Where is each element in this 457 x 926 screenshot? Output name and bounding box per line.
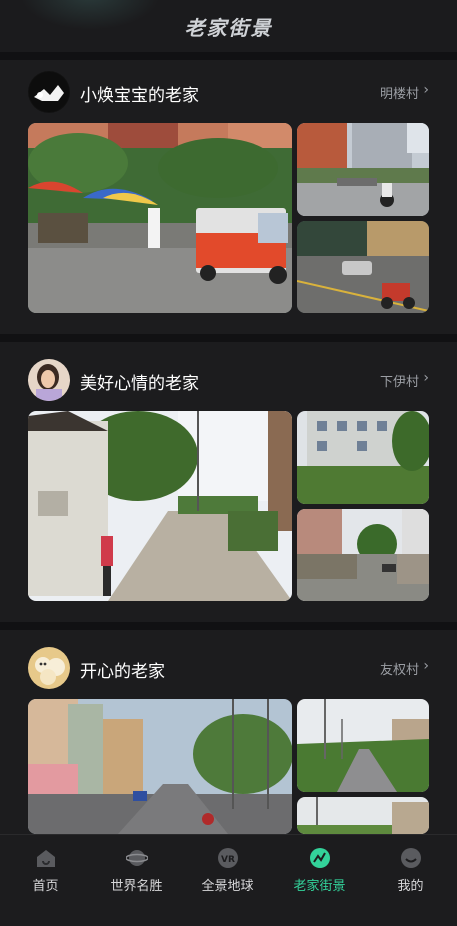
tab-hometown-street[interactable]: 老家街景: [274, 835, 365, 901]
chevron-right-icon[interactable]: ›: [423, 658, 429, 674]
profile-icon: [400, 848, 421, 868]
bottom-tab-bar: 首页 世界名胜 VR 全景地球 老家街景 我的: [0, 834, 457, 901]
tab-world-sights[interactable]: 世界名胜: [91, 835, 182, 901]
street-photo-bottom[interactable]: [297, 797, 429, 834]
chevron-right-icon[interactable]: ›: [423, 370, 429, 386]
card-header[interactable]: 美好心情的老家 下伊村 ›: [28, 358, 429, 402]
tab-label: 老家街景: [293, 879, 346, 894]
page-title: 老家街景: [184, 16, 273, 40]
vr-icon: VR: [217, 848, 238, 868]
street-photo-bottom[interactable]: [297, 509, 429, 601]
village-name[interactable]: 友权村: [380, 659, 419, 678]
street-photo-main[interactable]: [28, 699, 292, 834]
street-photo-top[interactable]: [297, 699, 429, 792]
avatar[interactable]: [28, 71, 70, 113]
street-photo-bottom[interactable]: [297, 221, 429, 313]
card-title: 美好心情的老家: [80, 374, 199, 394]
home-icon: [36, 850, 55, 867]
tab-home[interactable]: 首页: [0, 835, 91, 901]
tab-label: 世界名胜: [110, 879, 163, 894]
street-photo-main[interactable]: [28, 123, 292, 313]
divider: [0, 334, 457, 342]
village-name[interactable]: 下伊村: [380, 371, 419, 390]
avatar[interactable]: [28, 647, 70, 689]
svg-text:VR: VR: [221, 855, 235, 865]
card-header[interactable]: 小焕宝宝的老家 明楼村 ›: [28, 70, 429, 114]
chevron-right-icon[interactable]: ›: [423, 82, 429, 98]
tab-label: 首页: [32, 879, 59, 894]
tab-panorama-earth[interactable]: VR 全景地球: [182, 835, 273, 901]
street-photo-top[interactable]: [297, 123, 429, 216]
divider: [0, 622, 457, 630]
planet-icon: [125, 850, 148, 866]
card-title: 小焕宝宝的老家: [80, 86, 199, 106]
tab-profile[interactable]: 我的: [365, 835, 456, 901]
tab-label: 我的: [397, 879, 424, 894]
street-photo-top[interactable]: [297, 411, 429, 504]
card-header[interactable]: 开心的老家 友权村 ›: [28, 646, 429, 690]
app-header: 老家街景: [0, 0, 457, 52]
divider: [0, 52, 457, 60]
card-title: 开心的老家: [80, 662, 165, 682]
tab-label: 全景地球: [201, 879, 254, 894]
hometown-card-2[interactable]: 美好心情的老家 下伊村 ›: [0, 358, 457, 638]
avatar[interactable]: [28, 359, 70, 401]
village-name[interactable]: 明楼村: [380, 83, 419, 102]
street-icon: [309, 848, 330, 868]
hometown-card-1[interactable]: 小焕宝宝的老家 明楼村 ›: [0, 70, 457, 350]
street-photo-main[interactable]: [28, 411, 292, 601]
